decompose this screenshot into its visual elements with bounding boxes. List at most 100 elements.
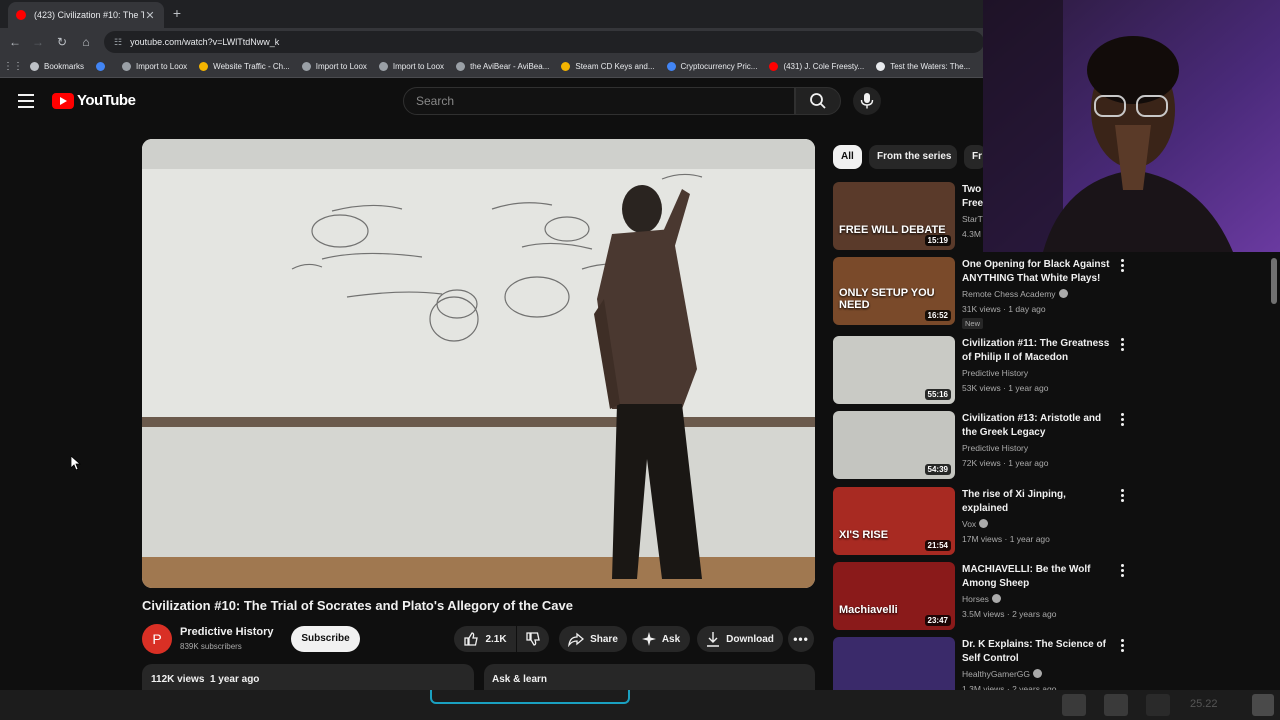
video-thumbnail[interactable]: 55:16	[833, 336, 955, 404]
video-thumbnail[interactable]: 54:39	[833, 411, 955, 479]
forward-arrow-icon[interactable]: →	[28, 32, 48, 52]
back-arrow-icon[interactable]: ←	[5, 32, 25, 52]
recommendation-title[interactable]: Dr. K Explains: The Science of Self Cont…	[962, 638, 1110, 666]
bookmark-item[interactable]: Import to Loox	[378, 62, 445, 71]
chip-all[interactable]: All	[833, 145, 862, 169]
bookmark-item[interactable]: Import to Loox	[122, 62, 187, 71]
bookmark-item[interactable]: Bookmarks	[30, 62, 84, 71]
sidebar-scrollbar[interactable]	[1270, 252, 1278, 690]
recommendation-channel[interactable]: Horses	[962, 594, 1001, 604]
reload-icon[interactable]: ↻	[52, 32, 72, 52]
more-options-icon[interactable]	[1119, 413, 1125, 427]
subscribe-button[interactable]: Subscribe	[291, 626, 360, 652]
more-options-icon[interactable]	[1119, 259, 1125, 273]
more-options-icon[interactable]	[1119, 639, 1125, 653]
settings-gear-icon[interactable]	[1252, 694, 1274, 716]
share-button[interactable]: Share	[559, 626, 627, 652]
video-frame	[142, 139, 815, 588]
recommendation-channel[interactable]: Vox	[962, 519, 989, 529]
more-options-icon[interactable]	[1119, 338, 1125, 352]
channel-avatar[interactable]: P	[142, 624, 172, 654]
url-text: youtube.com/watch?v=LWlTtdNww_k	[130, 37, 280, 47]
site-info-icon[interactable]: ☷	[114, 37, 122, 48]
bookmark-favicon-icon	[378, 62, 388, 71]
bookmark-favicon-icon	[561, 62, 571, 71]
bookmark-item[interactable]: (431) J. Cole Freesty...	[769, 62, 864, 71]
recommendation-item[interactable]: ONLY SETUP YOU NEED 16:52 One Opening for …	[833, 257, 1133, 329]
search-icon	[810, 93, 826, 109]
channel-name[interactable]: Predictive History	[180, 626, 274, 638]
video-thumbnail[interactable]: FREE WILL DEBATE 15:19	[833, 182, 955, 250]
video-thumbnail[interactable]: ONLY SETUP YOU NEED 16:52	[833, 257, 955, 325]
bookmark-item[interactable]: Import to Loox	[301, 62, 367, 71]
search-button[interactable]	[795, 87, 841, 115]
bookmark-favicon-icon	[122, 62, 132, 71]
recommendation-title[interactable]: The rise of Xi Jinping, explained	[962, 488, 1110, 516]
recommendation-item[interactable]: Machiavelli 23:47 MACHIAVELLI: Be the Wolf…	[833, 562, 1133, 632]
like-count: 2.1K	[485, 633, 507, 645]
bookmark-item[interactable]: Website Traffic - Ch...	[199, 62, 290, 71]
ask-label: Ask	[661, 633, 681, 645]
ask-button[interactable]: Ask	[632, 626, 690, 652]
more-options-icon[interactable]	[1119, 564, 1125, 578]
address-bar[interactable]: ☷ youtube.com/watch?v=LWlTtdNww_k	[104, 31, 984, 53]
bookmark-label: Import to Loox	[392, 62, 445, 71]
dislike-button[interactable]	[517, 626, 549, 652]
more-horizontal-icon: •••	[793, 632, 809, 646]
browser-tab-active[interactable]: (423) Civilization #10: The Trial ✕	[8, 2, 164, 28]
recommendation-meta: 31K views · 1 day ago	[962, 304, 1046, 314]
hamburger-menu-icon[interactable]	[18, 94, 34, 108]
bookmark-item[interactable]	[96, 62, 110, 71]
scrollbar-thumb[interactable]	[1271, 258, 1277, 304]
voice-search-button[interactable]	[853, 87, 881, 115]
video-duration: 23:47	[924, 615, 951, 626]
recommendation-title[interactable]: One Opening for Black Against ANYTHING T…	[962, 258, 1110, 286]
recommendation-item[interactable]: 54:39 Civilization #13: Aristotle and the…	[833, 411, 1133, 481]
recommendation-meta: 72K views · 1 year ago	[962, 458, 1049, 468]
more-options-icon[interactable]	[1119, 489, 1125, 503]
youtube-logo[interactable]: YouTube	[52, 92, 136, 109]
chat-icon[interactable]	[1062, 694, 1086, 716]
thumbnail-text: ONLY SETUP YOU NEED	[839, 287, 935, 311]
bookmark-label: the AviBear - AviBea...	[470, 62, 550, 71]
microphone-muted-icon[interactable]	[1146, 694, 1170, 716]
microphone-icon	[860, 93, 874, 109]
like-button[interactable]: 2.1K	[454, 626, 516, 652]
new-tab-button[interactable]: +	[168, 4, 186, 22]
close-tab-icon[interactable]: ✕	[144, 9, 156, 22]
bookmark-item[interactable]: the AviBear - AviBea...	[456, 62, 549, 71]
video-duration: 16:52	[924, 310, 951, 321]
inventory-icon[interactable]	[1104, 694, 1128, 716]
recommendation-title[interactable]: Civilization #13: Aristotle and the Gree…	[962, 412, 1110, 440]
thumbs-up-icon	[464, 632, 479, 646]
new-badge: New	[962, 318, 984, 329]
recommendation-title[interactable]: MACHIAVELLI: Be the Wolf Among Sheep	[962, 563, 1110, 591]
search-input[interactable]: Search	[403, 87, 795, 115]
recommendation-channel[interactable]: Predictive History	[962, 368, 1028, 378]
recommendation-channel[interactable]: StarT	[962, 214, 983, 224]
bookmark-favicon-icon	[301, 62, 311, 71]
download-label: Download	[726, 633, 774, 645]
recommendation-channel[interactable]: Predictive History	[962, 443, 1028, 453]
channel-name-text: Remote Chess Academy	[962, 289, 1056, 299]
video-duration: 15:19	[924, 235, 951, 246]
video-thumbnail[interactable]: XI'S RISE 21:54	[833, 487, 955, 555]
taskbar: 25.22	[0, 690, 1280, 720]
video-player[interactable]	[142, 139, 815, 588]
bookmark-item[interactable]: Steam CD Keys and...	[561, 62, 655, 71]
apps-grid-icon[interactable]: ⋮⋮	[0, 61, 26, 72]
bookmark-favicon-icon	[666, 62, 676, 71]
verified-check-icon	[1058, 289, 1068, 298]
download-button[interactable]: Download	[697, 626, 783, 652]
recommendation-title[interactable]: Civilization #11: The Greatness of Phili…	[962, 337, 1110, 365]
recommendation-item[interactable]: XI'S RISE 21:54 The rise of Xi Jinping, ex…	[833, 487, 1133, 557]
recommendation-channel[interactable]: HealthyGamerGG	[962, 669, 1043, 679]
bookmark-item[interactable]: Test the Waters: The...	[876, 62, 970, 71]
recommendation-item[interactable]: 55:16 Civilization #11: The Greatness of …	[833, 336, 1133, 406]
home-icon[interactable]: ⌂	[76, 32, 96, 52]
recommendation-channel[interactable]: Remote Chess Academy	[962, 289, 1068, 299]
more-actions-button[interactable]: •••	[788, 626, 814, 652]
chip-from-the-series[interactable]: From the series	[869, 145, 957, 169]
bookmark-item[interactable]: Cryptocurrency Pric...	[666, 62, 757, 71]
video-thumbnail[interactable]: Machiavelli 23:47	[833, 562, 955, 630]
